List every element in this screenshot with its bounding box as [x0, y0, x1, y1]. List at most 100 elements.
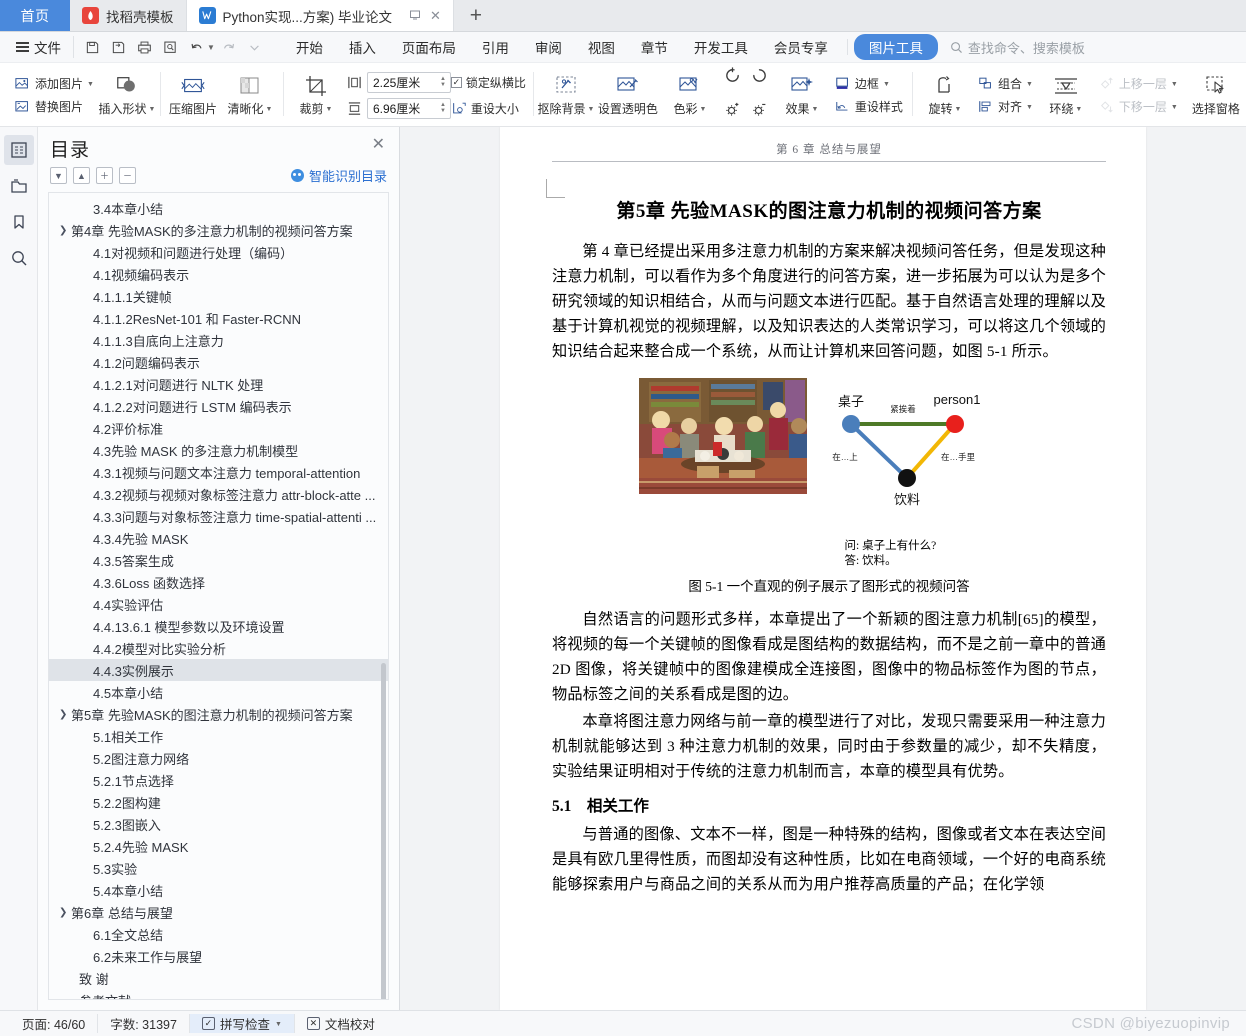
chevron-down-icon[interactable]: ▼: [1026, 104, 1033, 111]
outline-item[interactable]: 4.4.3实例展示: [49, 659, 388, 681]
chevron-down-icon[interactable]: ▼: [149, 106, 156, 113]
chevron-right-icon[interactable]: ❯: [59, 225, 71, 236]
outline-item[interactable]: 5.3实验: [49, 857, 388, 879]
chevron-down-icon[interactable]: ▼: [883, 81, 890, 88]
outline-item[interactable]: 4.3先验 MASK 的多注意力机制模型: [49, 439, 388, 461]
chevron-right-icon[interactable]: ❯: [59, 709, 71, 720]
reset-size-button[interactable]: 重设大小: [451, 100, 519, 117]
outline-item[interactable]: 4.3.6Loss 函数选择: [49, 571, 388, 593]
replace-picture-button[interactable]: 替换图片: [13, 97, 96, 116]
lock-aspect-ratio-checkbox[interactable]: ✓ 锁定纵横比: [450, 74, 526, 91]
wrap-text-button[interactable]: 环绕 ▼: [1040, 72, 1092, 118]
outline-item[interactable]: ❯ 第5章 先验MASK的图注意力机制的视频问答方案: [49, 703, 388, 725]
document-tab-thesis[interactable]: Python实现...方案) 毕业论文 ✕: [186, 0, 454, 31]
print-preview-icon[interactable]: [158, 36, 182, 58]
brightness-up-icon[interactable]: [723, 100, 742, 124]
expand-all-icon[interactable]: ＋: [96, 167, 113, 184]
restore-tab-icon[interactable]: [409, 9, 421, 23]
outline-item[interactable]: 4.2评价标准: [49, 417, 388, 439]
outline-item[interactable]: 参考文献: [49, 989, 388, 1000]
outline-item[interactable]: 4.3.4先验 MASK: [49, 527, 388, 549]
outline-item[interactable]: 4.3.5答案生成: [49, 549, 388, 571]
menu-tab-0[interactable]: 开始: [283, 33, 336, 61]
sharpen-button[interactable]: 清晰化 ▼: [224, 72, 276, 118]
menu-tab-8[interactable]: 会员专享: [761, 33, 841, 61]
outline-item[interactable]: 5.2.4先验 MASK: [49, 835, 388, 857]
file-menu-button[interactable]: 文件: [8, 37, 69, 57]
insert-shape-button[interactable]: 插入形状 ▼: [98, 72, 156, 118]
width-stepper[interactable]: ▲ ▼: [440, 102, 446, 114]
outline-item[interactable]: 4.1.1.2ResNet-101 和 Faster-RCNN: [49, 307, 388, 329]
print-icon[interactable]: [132, 36, 156, 58]
collapse-all-icon[interactable]: －: [119, 167, 136, 184]
menu-tab-2[interactable]: 页面布局: [389, 33, 469, 61]
send-backward-button[interactable]: 下移一层 ▼: [1097, 97, 1180, 116]
chevron-right-icon[interactable]: ❯: [59, 907, 71, 918]
redo-icon[interactable]: [217, 36, 241, 58]
customize-qat-icon[interactable]: [243, 36, 267, 58]
outline-item[interactable]: ❯ 第4章 先验MASK的多注意力机制的视频问答方案: [49, 219, 388, 241]
document-tab-template[interactable]: 找稻壳模板: [70, 0, 187, 31]
compress-picture-button[interactable]: 压缩图片: [167, 72, 219, 118]
outline-scrollbar[interactable]: [381, 663, 386, 999]
outline-item[interactable]: 5.1相关工作: [49, 725, 388, 747]
outline-item[interactable]: 6.1全文总结: [49, 923, 388, 945]
document-canvas[interactable]: 第 6 章 总结与展望 第5章 先验MASK的图注意力机制的视频问答方案 第 4…: [400, 127, 1246, 1010]
chevron-down-icon[interactable]: ▼: [275, 1021, 282, 1028]
bring-forward-button[interactable]: 上移一层 ▼: [1097, 74, 1180, 93]
outline-item[interactable]: 5.2.1节点选择: [49, 769, 388, 791]
outline-item[interactable]: 5.2图注意力网络: [49, 747, 388, 769]
outline-list[interactable]: 3.4本章小结 ❯ 第4章 先验MASK的多注意力机制的视频问答方案 4.1对视频和问…: [48, 192, 389, 1000]
word-count[interactable]: 字数: 31397: [97, 1014, 189, 1033]
menu-tab-4[interactable]: 审阅: [522, 33, 575, 61]
collapse-up-icon[interactable]: ▲: [73, 167, 90, 184]
search-panel-button[interactable]: [4, 243, 34, 273]
outline-item[interactable]: 4.4实验评估: [49, 593, 388, 615]
chevron-down-icon[interactable]: ▼: [587, 106, 594, 113]
chevron-down-icon[interactable]: ▼: [699, 106, 706, 113]
add-picture-button[interactable]: 添加图片 ▼: [13, 74, 96, 93]
set-transparent-color-button[interactable]: 设置透明色: [597, 72, 659, 118]
chevron-down-icon[interactable]: ▼: [1171, 81, 1178, 88]
menu-tab-3[interactable]: 引用: [469, 33, 522, 61]
smart-recognize-toc-button[interactable]: 智能识别目录: [290, 166, 387, 185]
effects-button[interactable]: 效果 ▼: [776, 72, 828, 118]
color-button[interactable]: 色彩 ▼: [664, 72, 716, 118]
document-scrollbar[interactable]: [1238, 127, 1246, 1010]
close-panel-icon[interactable]: ✕: [370, 135, 387, 155]
outline-item[interactable]: 4.1.1.1关键帧: [49, 285, 388, 307]
chevron-down-icon[interactable]: ▼: [325, 106, 332, 113]
undo-icon[interactable]: [184, 36, 208, 58]
group-button[interactable]: 组合 ▼: [976, 74, 1035, 93]
outline-item[interactable]: 4.1对视频和问题进行处理（编码）: [49, 241, 388, 263]
outline-item[interactable]: 3.4本章小结: [49, 197, 388, 219]
selection-pane-button[interactable]: 选择窗格: [1185, 72, 1246, 118]
border-button[interactable]: 边框 ▼: [833, 74, 905, 93]
picture-width-input[interactable]: 6.96厘米: [366, 97, 451, 119]
reset-style-button[interactable]: 重设样式: [833, 97, 905, 116]
chevron-down-icon[interactable]: ▼: [265, 106, 272, 113]
remove-background-button[interactable]: 抠除背景 ▼: [537, 72, 594, 118]
outline-item[interactable]: 4.1.2.2对问题进行 LSTM 编码表示: [49, 395, 388, 417]
rotate-button[interactable]: 旋转 ▼: [919, 72, 971, 118]
chevron-down-icon[interactable]: ▼: [1026, 81, 1033, 88]
outline-item[interactable]: 4.1.2问题编码表示: [49, 351, 388, 373]
outline-item[interactable]: 致 谢: [49, 967, 388, 989]
new-tab-button[interactable]: +: [453, 0, 498, 31]
page-indicator[interactable]: 页面: 46/60: [10, 1014, 97, 1033]
chevron-down-icon[interactable]: ▼: [811, 106, 818, 113]
outline-item[interactable]: 4.1.2.1对问题进行 NLTK 处理: [49, 373, 388, 395]
document-page[interactable]: 第 6 章 总结与展望 第5章 先验MASK的图注意力机制的视频问答方案 第 4…: [500, 127, 1146, 1010]
align-button[interactable]: 对齐 ▼: [976, 97, 1035, 116]
outline-item[interactable]: 6.2未来工作与展望: [49, 945, 388, 967]
undo-dropdown-icon[interactable]: ▼: [207, 43, 215, 52]
chevron-down-icon[interactable]: ▼: [1171, 104, 1178, 111]
collapse-down-icon[interactable]: ▼: [50, 167, 67, 184]
outline-panel-button[interactable]: [3, 135, 34, 165]
menu-tab-picture-tools[interactable]: 图片工具: [853, 34, 938, 60]
outline-item[interactable]: ❯ 第6章 总结与展望: [49, 901, 388, 923]
crop-button[interactable]: 裁剪 ▼: [290, 72, 342, 118]
proofread-button[interactable]: ✕ 文档校对: [293, 1014, 387, 1033]
outline-item[interactable]: 4.3.1视频与问题文本注意力 temporal-attention: [49, 461, 388, 483]
spellcheck-button[interactable]: ✓ 拼写检查 ▼: [188, 1014, 294, 1033]
